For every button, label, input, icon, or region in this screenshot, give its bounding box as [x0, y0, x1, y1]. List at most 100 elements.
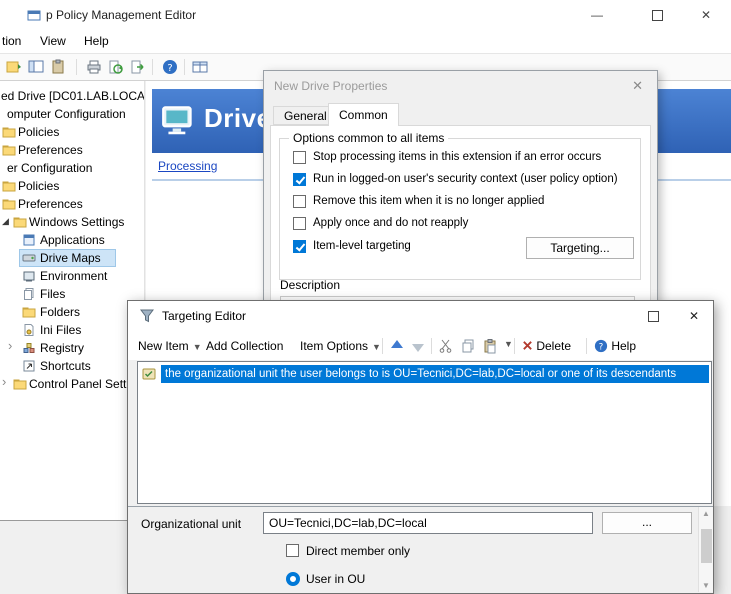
new-item-button[interactable]: New Item▼ [138, 335, 202, 357]
help-button[interactable]: ? Help [594, 335, 636, 357]
tree-item-applications[interactable]: Applications [0, 231, 144, 249]
console-app-icon [27, 8, 41, 22]
close-button[interactable]: ✕ [674, 301, 714, 332]
collapsed-arrow-icon[interactable]: › [8, 338, 12, 353]
organizational-unit-input[interactable] [263, 512, 593, 534]
dialog-title: Targeting Editor [162, 309, 246, 323]
copy-icon[interactable] [460, 338, 476, 354]
dropdown-caret-icon: ▼ [372, 342, 381, 352]
tree-item-registry[interactable]: › Registry [0, 339, 144, 357]
description-label: Description [280, 278, 340, 292]
folder-icon [2, 125, 16, 139]
move-up-icon[interactable] [389, 338, 405, 354]
export-list-icon[interactable] [130, 59, 146, 75]
delete-button[interactable]: Delete [522, 335, 571, 357]
list-item-selected[interactable]: the organizational unit the user belongs… [138, 365, 711, 383]
scroll-down-icon[interactable]: ▼ [699, 581, 713, 590]
shortcuts-icon [22, 359, 36, 373]
tree-item-computer-configuration[interactable]: omputer Configuration [0, 105, 144, 123]
tree-item-ini-files[interactable]: Ini Files [0, 321, 144, 339]
tree-item-environment[interactable]: Environment [0, 267, 144, 285]
browse-button[interactable]: ... [602, 512, 692, 534]
checkbox-unchecked[interactable] [293, 195, 306, 208]
option-run-in-user-context[interactable]: Run in logged-on user's security context… [271, 172, 650, 188]
groupbox-label: Options common to all items [289, 131, 448, 145]
toolbar-separator [152, 59, 153, 75]
details-separator [128, 506, 713, 507]
option-remove-when-not-applied[interactable]: Remove this item when it is no longer ap… [271, 194, 650, 210]
toolbar-separator [76, 59, 77, 75]
checkbox-checked[interactable] [293, 240, 306, 253]
close-button[interactable]: ✕ [632, 78, 643, 94]
add-collection-button[interactable]: Add Collection [206, 335, 283, 357]
dropdown-caret-icon[interactable]: ▼ [504, 339, 513, 349]
console-tree-icon[interactable] [28, 59, 44, 75]
common-tab-panel: Options common to all items Stop process… [270, 125, 651, 325]
option-apply-once[interactable]: Apply once and do not reapply [271, 216, 650, 232]
targeting-editor-dialog: Targeting Editor ✕ New Item▼ Add Collect… [127, 300, 714, 594]
expanded-arrow-icon[interactable]: ◢ [2, 216, 9, 227]
folder-icon [2, 179, 16, 193]
tree-item-windows-settings[interactable]: ◢ Windows Settings [0, 213, 144, 231]
toolbar-separator [514, 338, 515, 354]
refresh-icon[interactable] [108, 59, 124, 75]
item-options-button[interactable]: Item Options▼ [300, 335, 381, 357]
environment-icon [22, 269, 36, 283]
screen: p Policy Management Editor — ✕ tion View… [0, 0, 731, 594]
tree-item-preferences-computer[interactable]: Preferences [0, 141, 144, 159]
tree-item-drive-maps[interactable]: Drive Maps [0, 249, 144, 267]
menu-help[interactable]: Help [84, 34, 109, 48]
print-icon[interactable] [86, 59, 102, 75]
menu-action[interactable]: tion [2, 34, 21, 48]
console-tree: ed Drive [DC01.LAB.LOCA omputer Configur… [0, 81, 145, 521]
maximize-button[interactable] [634, 0, 680, 30]
scroll-up-icon[interactable]: ▲ [699, 509, 713, 518]
menu-view[interactable]: View [40, 34, 66, 48]
dropdown-caret-icon: ▼ [193, 342, 202, 352]
tree-item-folders[interactable]: Folders [0, 303, 144, 321]
files-icon [22, 287, 36, 301]
minimize-button[interactable]: — [574, 0, 620, 30]
tree-item-preferences-user[interactable]: Preferences [0, 195, 144, 213]
maximize-button[interactable] [633, 301, 673, 332]
collapsed-arrow-icon[interactable]: › [2, 374, 6, 389]
window-icon[interactable] [6, 59, 22, 75]
checkbox-unchecked[interactable] [293, 217, 306, 230]
folder-icon [13, 215, 27, 229]
toolbar-separator [382, 338, 383, 354]
tree-item-policies-computer[interactable]: Policies [0, 123, 144, 141]
paste-icon[interactable] [482, 338, 498, 354]
radio-selected[interactable] [286, 572, 300, 586]
tree-item-mapped-drive-gpo[interactable]: ed Drive [DC01.LAB.LOCA [0, 87, 144, 105]
scrollbar-thumb[interactable] [701, 529, 712, 563]
menu-bar: tion View Help [0, 30, 731, 53]
list-item-text: the organizational unit the user belongs… [161, 365, 709, 383]
folder-icon [2, 143, 16, 157]
tree-item-files[interactable]: Files [0, 285, 144, 303]
checkbox-unchecked[interactable] [293, 151, 306, 164]
ini-files-icon [22, 323, 36, 337]
option-stop-processing[interactable]: Stop processing items in this extension … [271, 150, 650, 166]
clipboard-icon[interactable] [50, 59, 66, 75]
checkbox-unchecked[interactable] [286, 544, 299, 557]
targeting-items-list[interactable]: the organizational unit the user belongs… [137, 361, 712, 504]
close-button[interactable]: ✕ [683, 0, 729, 30]
checkbox-checked[interactable] [293, 173, 306, 186]
move-down-icon[interactable] [410, 338, 426, 354]
processing-link[interactable]: Processing [158, 159, 217, 173]
tab-common[interactable]: Common [328, 103, 399, 126]
tree-item-policies-user[interactable]: Policies [0, 177, 144, 195]
tree-item-shortcuts[interactable]: Shortcuts [0, 357, 144, 375]
cut-icon[interactable] [438, 338, 454, 354]
columns-icon[interactable] [192, 59, 208, 75]
gpme-titlebar: p Policy Management Editor — ✕ [0, 0, 731, 30]
svg-text:?: ? [167, 63, 172, 74]
details-scrollbar[interactable]: ▲ ▼ [698, 507, 713, 592]
help-icon[interactable]: ? [162, 59, 178, 75]
tree-item-control-panel-settings[interactable]: › Control Panel Sett [0, 375, 144, 393]
targeting-button[interactable]: Targeting... [526, 237, 634, 259]
targeting-toolbar: New Item▼ Add Collection Item Options▼ ▼… [128, 332, 713, 360]
drive-maps-header-icon [160, 101, 198, 139]
tree-item-user-configuration[interactable]: er Configuration [0, 159, 144, 177]
registry-icon [22, 341, 36, 355]
